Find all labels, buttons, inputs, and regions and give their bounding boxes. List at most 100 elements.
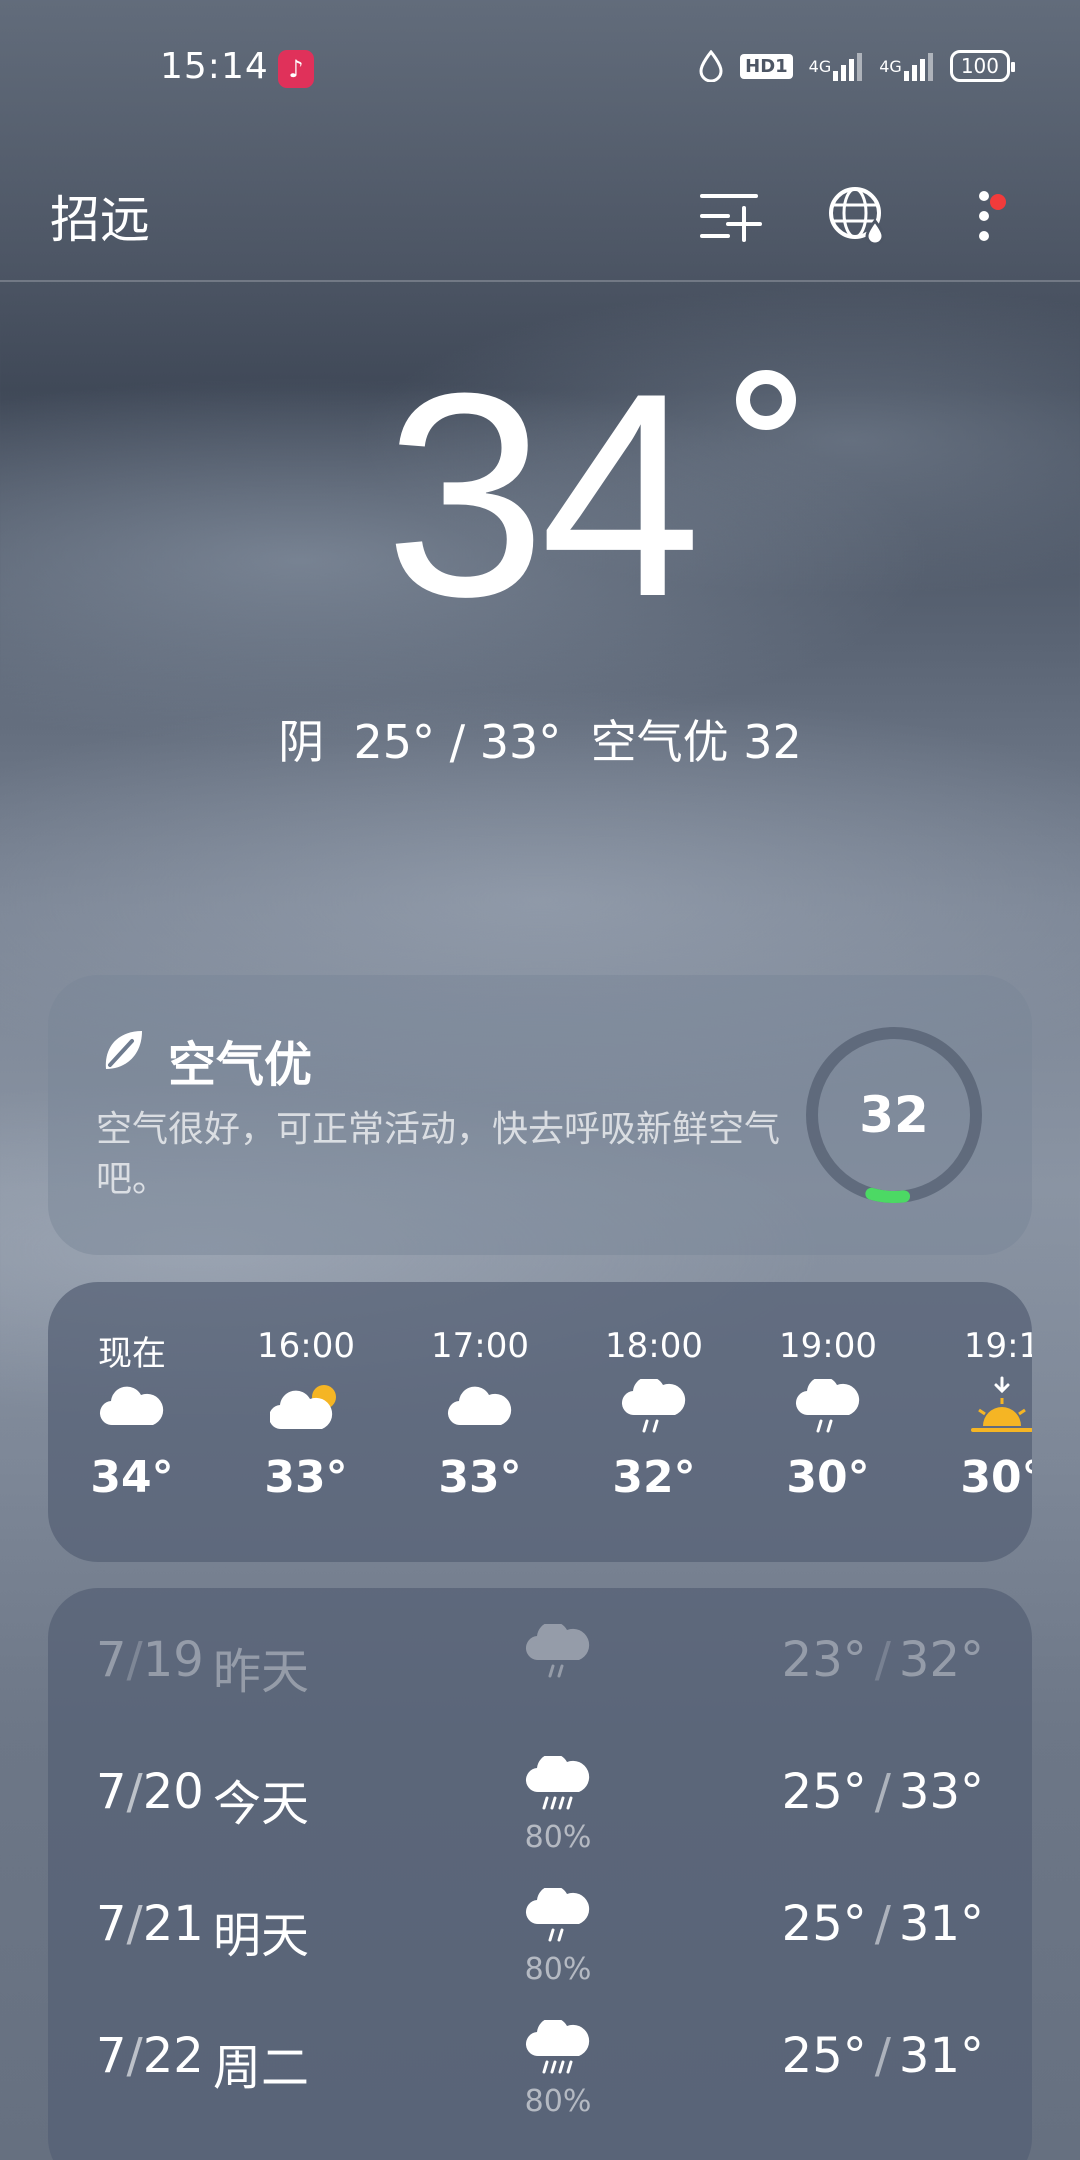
date-separator: /: [126, 2028, 143, 2084]
daily-name: 周二: [213, 2040, 310, 2096]
daily-low: 25°: [781, 2028, 867, 2084]
hourly-temp: 33°: [438, 1452, 522, 1503]
hourly-time: 19:00: [779, 1326, 877, 1366]
daily-month: 7: [96, 1632, 127, 1688]
aqi-value: 32: [859, 1086, 929, 1144]
daily-row[interactable]: 7/19 昨天 23°/32°: [48, 1612, 1032, 1732]
temp-separator: /: [874, 1632, 891, 1688]
daily-high: 31°: [898, 2028, 984, 2084]
aqi-title: 空气优: [168, 1037, 313, 1093]
daily-temps: 25°/31°: [782, 1896, 984, 1952]
rain-icon: [518, 1612, 598, 1692]
daily-row[interactable]: 7/21 明天 80% 25°/31°: [48, 1876, 1032, 1996]
date-separator: /: [126, 1632, 143, 1688]
rain-icon: [748, 1370, 908, 1444]
hourly-forecast-card[interactable]: 现在 34° 16:00 33° 17:00 33° 18:00 32° 19:…: [48, 1282, 1032, 1562]
daily-row[interactable]: 7/20 今天 80% 25°/33°: [48, 1744, 1032, 1864]
date-separator: /: [126, 1896, 143, 1952]
status-icons: HD1 4G 4G 100: [698, 50, 1016, 82]
battery-icon: 100: [949, 50, 1016, 82]
signal-label: 4G: [808, 56, 832, 76]
daily-day: 19: [142, 1632, 204, 1688]
music-note-icon: ♪: [278, 50, 314, 88]
cloud-sun-icon: [226, 1370, 386, 1444]
daily-temps: 25°/31°: [782, 2028, 984, 2084]
leaf-icon: [105, 1031, 142, 1069]
status-bar: 15:14 ♪ HD1 4G 4G 100: [0, 0, 1080, 140]
daily-name: 明天: [213, 1908, 310, 1964]
hourly-item: 19:1 30°: [922, 1326, 1032, 1503]
city-name[interactable]: 招远: [50, 180, 150, 252]
daily-high: 31°: [898, 1896, 984, 1952]
air-quality-card[interactable]: 空气优 空气很好，可正常活动，快去呼吸新鲜空气吧。 32: [48, 975, 1032, 1255]
signal-strength-2-icon: 4G: [879, 51, 934, 81]
daily-day: 21: [142, 1896, 204, 1952]
daily-forecast-card[interactable]: 7/19 昨天 23°/32° 7/20 今天 80% 25°/33° 7/21…: [48, 1588, 1032, 2160]
more-vertical-icon: [979, 191, 989, 241]
water-drop-icon: [698, 50, 724, 82]
heavy-rain-icon: [518, 2008, 598, 2088]
hourly-item: 17:00 33°: [400, 1326, 560, 1503]
add-city-icon: [700, 194, 762, 242]
daily-low: 25°: [781, 1896, 867, 1952]
add-city-button[interactable]: [690, 176, 770, 256]
current-air-label: 空气优: [590, 715, 729, 769]
daily-name: 今天: [213, 1776, 310, 1832]
aqi-description: 空气很好，可正常活动，快去呼吸新鲜空气吧。: [96, 1109, 781, 1200]
hourly-time: 17:00: [431, 1326, 529, 1366]
daily-low: 23°: [781, 1632, 867, 1688]
hourly-temp: 30°: [960, 1452, 1032, 1503]
daily-precip: 80%: [524, 2084, 592, 2119]
signal-label-2: 4G: [879, 56, 902, 76]
current-air-value: 32: [743, 715, 802, 769]
cloud-icon: [400, 1370, 560, 1444]
cloud-icon: [52, 1370, 212, 1444]
daily-high: 32°: [898, 1632, 984, 1688]
rain-icon: [574, 1370, 734, 1444]
notification-dot: [990, 194, 1006, 210]
current-temperature: 34: [384, 333, 702, 657]
hourly-temp: 30°: [786, 1452, 870, 1503]
daily-month: 7: [96, 2028, 127, 2084]
sunset-icon: [922, 1370, 1032, 1444]
date-separator: /: [126, 1764, 143, 1820]
weather-map-button[interactable]: [818, 176, 898, 256]
signal-strength-icon: 4G: [809, 51, 864, 81]
temp-separator: /: [874, 2028, 891, 2084]
status-time: 15:14: [160, 46, 269, 87]
hourly-item: 18:00 32°: [574, 1326, 734, 1503]
daily-name: 昨天: [213, 1644, 310, 1700]
current-condition: 阴: [278, 715, 325, 769]
daily-month: 7: [96, 1764, 127, 1820]
degree-symbol: [736, 370, 796, 430]
globe-rain-icon: [829, 187, 885, 246]
hourly-time: 19:1: [963, 1326, 1032, 1366]
hourly-temp: 34°: [90, 1452, 174, 1503]
daily-precip: 80%: [524, 1820, 592, 1855]
daily-date: 7/22: [96, 2028, 204, 2084]
rain-icon: [518, 1876, 598, 1956]
daily-temps: 23°/32°: [782, 1632, 984, 1688]
daily-month: 7: [96, 1896, 127, 1952]
current-range: 25° / 33°: [353, 715, 562, 769]
daily-temps: 25°/33°: [782, 1764, 984, 1820]
daily-precip: 80%: [524, 1952, 592, 1987]
daily-day: 20: [142, 1764, 204, 1820]
hourly-time: 18:00: [605, 1326, 703, 1366]
daily-row[interactable]: 7/22 周二 80% 25°/31°: [48, 2008, 1032, 2128]
more-menu-button[interactable]: [944, 176, 1024, 256]
hd-voice-icon: HD1: [740, 53, 793, 79]
daily-high: 33°: [898, 1764, 984, 1820]
hourly-time: 16:00: [257, 1326, 355, 1366]
current-summary: 阴 25° / 33° 空气优 32: [0, 706, 1080, 772]
daily-date: 7/21: [96, 1896, 204, 1952]
daily-low: 25°: [781, 1764, 867, 1820]
daily-date: 7/20: [96, 1764, 204, 1820]
hourly-item: 现在 34°: [52, 1326, 212, 1503]
hourly-temp: 32°: [612, 1452, 696, 1503]
daily-day: 22: [142, 2028, 204, 2084]
hourly-item: 19:00 30°: [748, 1326, 908, 1503]
hourly-item: 16:00 33°: [226, 1326, 386, 1503]
hourly-temp: 33°: [264, 1452, 348, 1503]
hourly-time: 现在: [98, 1334, 166, 1374]
